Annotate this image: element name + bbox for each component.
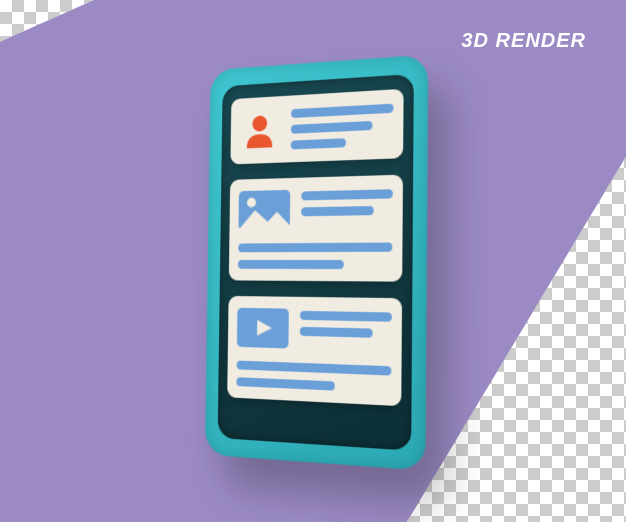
placeholder-line	[291, 104, 393, 118]
placeholder-line	[301, 189, 392, 200]
content-card-profile	[230, 89, 403, 165]
phone-3d-render	[205, 54, 428, 470]
image-icon	[238, 190, 290, 230]
placeholder-line	[300, 311, 392, 322]
placeholder-line	[236, 377, 335, 390]
render-label: 3D RENDER	[461, 30, 586, 53]
placeholder-line	[301, 206, 374, 216]
play-icon	[237, 308, 289, 349]
text-lines	[291, 102, 394, 150]
phone-body	[205, 54, 428, 470]
user-icon	[240, 108, 281, 153]
text-lines	[300, 309, 392, 352]
placeholder-line	[291, 121, 372, 134]
phone-screen	[218, 74, 414, 451]
content-card-image	[229, 175, 403, 282]
placeholder-line	[237, 361, 392, 376]
placeholder-line	[238, 260, 344, 269]
placeholder-line	[291, 138, 346, 149]
content-card-video	[227, 296, 402, 406]
text-lines	[301, 187, 393, 229]
placeholder-line	[300, 327, 373, 338]
placeholder-line	[238, 243, 392, 253]
